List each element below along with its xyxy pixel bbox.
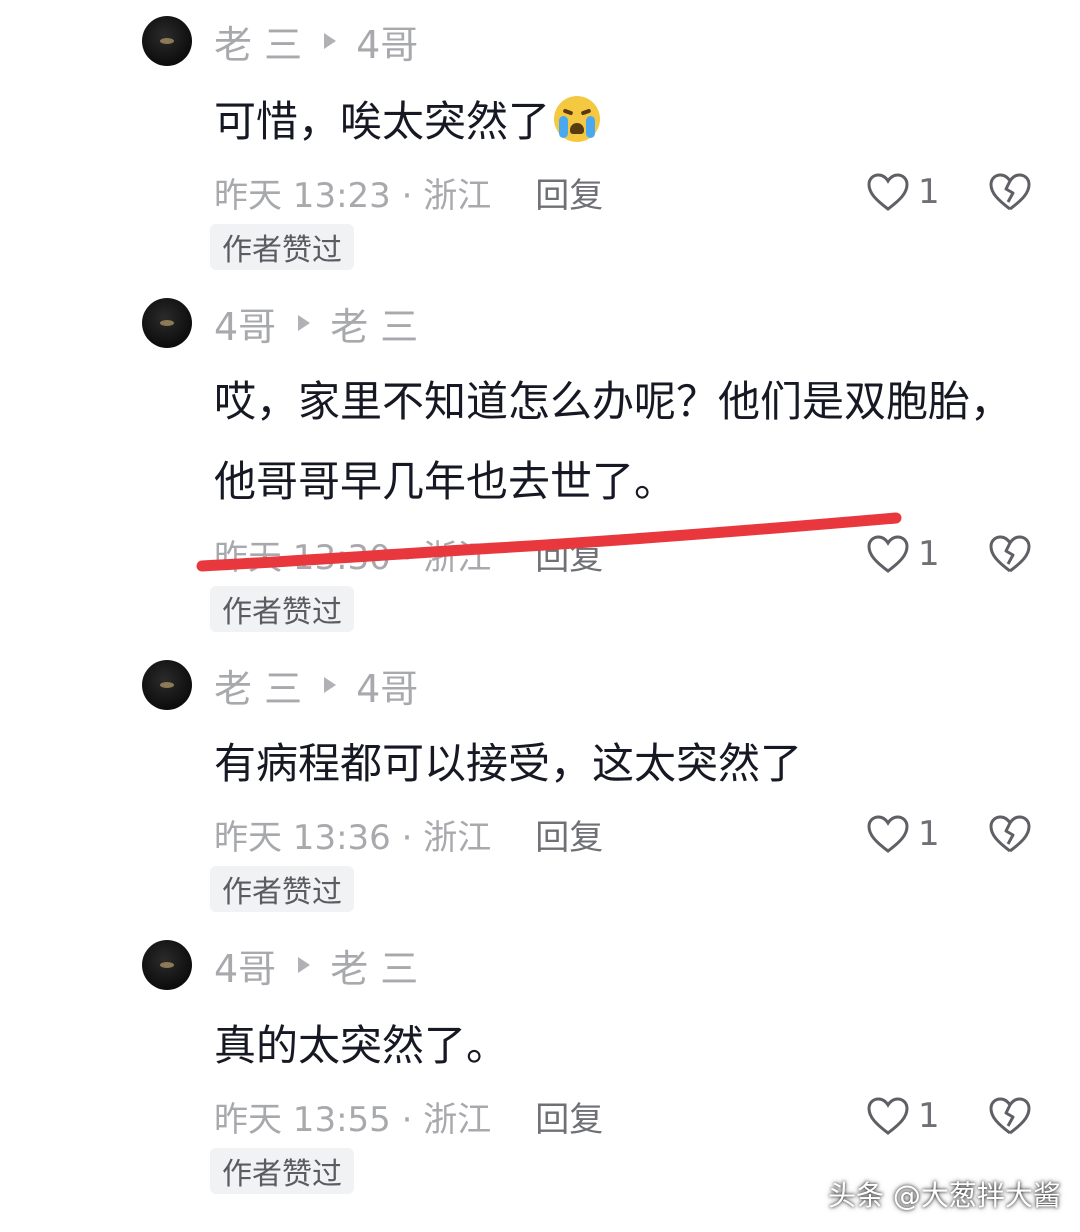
avatar[interactable]	[142, 940, 192, 990]
reply-header: 老 三 4哥	[214, 662, 418, 711]
reply-arrow-icon	[298, 957, 311, 973]
like-button[interactable]: 1	[866, 170, 940, 214]
like-count: 1	[918, 172, 940, 212]
comment-meta: 昨天 13:23 · 浙江 回复	[214, 168, 603, 217]
author-liked-badge: 作者赞过	[210, 586, 354, 632]
comment-text: 真的太突然了。	[214, 1021, 509, 1070]
heart-outline-icon	[867, 173, 909, 211]
like-count: 1	[918, 814, 940, 854]
reply-button[interactable]: 回复	[535, 168, 603, 217]
reply-to-name[interactable]: 老 三	[330, 938, 418, 993]
like-count: 1	[918, 534, 940, 574]
timestamp-location: 昨天 13:36 · 浙江	[214, 817, 492, 858]
avatar[interactable]	[142, 298, 192, 348]
dislike-button[interactable]	[988, 1094, 1032, 1138]
author-name[interactable]: 老 三	[214, 14, 302, 69]
comment-text: 有病程都可以接受，这太突然了	[214, 739, 803, 788]
reply-to-name[interactable]: 4哥	[356, 14, 418, 69]
reply-button[interactable]: 回复	[535, 1092, 603, 1141]
author-liked-badge: 作者赞过	[210, 224, 354, 270]
comment-meta: 昨天 13:55 · 浙江 回复	[214, 1092, 603, 1141]
avatar[interactable]	[142, 660, 192, 710]
comment-text: 可惜，唉太突然了	[214, 82, 1034, 162]
reply-header: 4哥 老 三	[214, 942, 418, 991]
author-name[interactable]: 4哥	[214, 938, 276, 993]
author-name[interactable]: 4哥	[214, 296, 276, 351]
reply-header: 4哥 老 三	[214, 300, 418, 349]
broken-heart-icon	[989, 173, 1031, 211]
author-name[interactable]: 老 三	[214, 658, 302, 713]
reply-to-name[interactable]: 老 三	[330, 296, 418, 351]
reply-arrow-icon	[298, 315, 311, 331]
broken-heart-icon	[989, 535, 1031, 573]
reply-to-name[interactable]: 4哥	[356, 658, 418, 713]
reply-button[interactable]: 回复	[535, 810, 603, 859]
dislike-button[interactable]	[988, 170, 1032, 214]
like-count: 1	[918, 1096, 940, 1136]
heart-outline-icon	[867, 815, 909, 853]
crying-face-icon	[554, 96, 601, 142]
timestamp-location: 昨天 13:23 · 浙江	[214, 175, 492, 216]
like-button[interactable]: 1	[866, 812, 940, 856]
author-liked-badge: 作者赞过	[210, 1148, 354, 1194]
reply-button[interactable]: 回复	[535, 530, 603, 579]
author-liked-badge: 作者赞过	[210, 866, 354, 912]
reply-header: 老 三 4哥	[214, 18, 418, 67]
dislike-button[interactable]	[988, 812, 1032, 856]
comment-meta: 昨天 13:36 · 浙江 回复	[214, 810, 603, 859]
like-button[interactable]: 1	[866, 532, 940, 576]
comment-meta: 昨天 13:30 · 浙江 回复	[214, 530, 603, 579]
broken-heart-icon	[989, 1097, 1031, 1135]
watermark: 头条 @大葱拌大酱	[828, 1179, 1061, 1212]
dislike-button[interactable]	[988, 532, 1032, 576]
heart-outline-icon	[867, 535, 909, 573]
broken-heart-icon	[989, 815, 1031, 853]
reply-arrow-icon	[324, 33, 337, 49]
heart-outline-icon	[867, 1097, 909, 1135]
like-button[interactable]: 1	[866, 1094, 940, 1138]
reply-arrow-icon	[324, 677, 337, 693]
comment-text-body: 可惜，唉太突然了	[214, 97, 551, 146]
timestamp-location: 昨天 13:55 · 浙江	[214, 1099, 492, 1140]
avatar[interactable]	[142, 16, 192, 66]
timestamp-location: 昨天 13:30 · 浙江	[214, 537, 492, 578]
comment-text: 哎，家里不知道怎么办呢？他们是双胞胎，他哥哥早几年也去世了。	[214, 377, 1013, 506]
